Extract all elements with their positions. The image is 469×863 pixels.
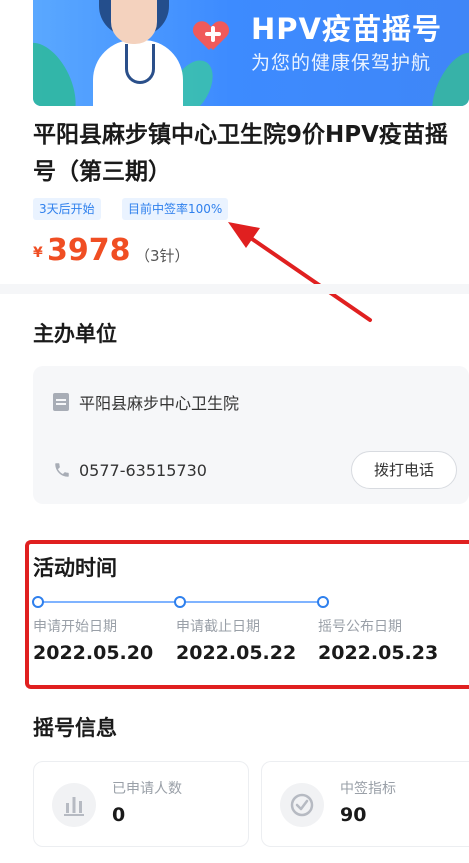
applicants-label: 已申请人数: [112, 781, 182, 797]
hpv-banner: HPV疫苗摇号 为您的健康保驾护航: [33, 0, 469, 106]
status-badge-start: 3天后开始: [33, 198, 101, 220]
organizer-section-title: 主办单位: [33, 322, 117, 346]
apply-start-label: 申请开始日期: [33, 619, 117, 635]
currency-symbol: ¥: [33, 245, 43, 261]
banner-subtitle: 为您的健康保驾护航: [251, 52, 432, 74]
call-phone-button[interactable]: 拨打电话: [351, 451, 457, 489]
lottery-info-section-title: 摇号信息: [33, 716, 117, 740]
timeline-dot: [174, 596, 186, 608]
quota-value: 90: [340, 804, 367, 826]
timeline-dot: [317, 596, 329, 608]
result-date: 2022.05.23: [318, 642, 439, 664]
dose-count: （3针）: [135, 247, 190, 265]
check-circle-icon: [280, 783, 324, 827]
applicants-card: 已申请人数 0: [33, 761, 249, 847]
price: 3978: [47, 233, 131, 268]
organizer-phone-row: 0577-63515730: [53, 458, 207, 482]
stethoscope-icon: [125, 44, 155, 84]
result-date-label: 摇号公布日期: [318, 619, 402, 635]
apply-start-date: 2022.05.20: [33, 642, 154, 664]
doctor-face: [111, 0, 157, 44]
phone-icon: [55, 463, 69, 477]
timeline-dot: [32, 596, 44, 608]
medical-cross-icon: [203, 24, 223, 44]
applicants-value: 0: [112, 804, 126, 826]
quota-card: 中签指标 90: [261, 761, 469, 847]
annotation-arrow: [228, 222, 372, 322]
page-title: 平阳县麻步镇中心卫生院9价HPV疫苗摇号（第三期）: [33, 122, 448, 185]
apply-end-date: 2022.05.22: [176, 642, 297, 664]
bar-chart-icon: [52, 783, 96, 827]
activity-time-section-title: 活动时间: [33, 556, 117, 580]
organizer-name-row: 平阳县麻步中心卫生院: [53, 390, 239, 414]
quota-label: 中签指标: [340, 781, 396, 797]
organizer-card: 平阳县麻步中心卫生院 0577-63515730 拨打电话: [33, 366, 469, 504]
leaf-decoration: [33, 33, 88, 106]
organizer-name: 平阳县麻步中心卫生院: [79, 394, 240, 413]
organizer-phone: 0577-63515730: [79, 460, 207, 480]
section-divider: [0, 284, 469, 294]
apply-end-label: 申请截止日期: [176, 619, 260, 635]
status-badge-win-rate: 目前中签率100%: [122, 198, 229, 220]
banner-title: HPV疫苗摇号: [251, 12, 442, 46]
document-icon: [53, 393, 69, 411]
